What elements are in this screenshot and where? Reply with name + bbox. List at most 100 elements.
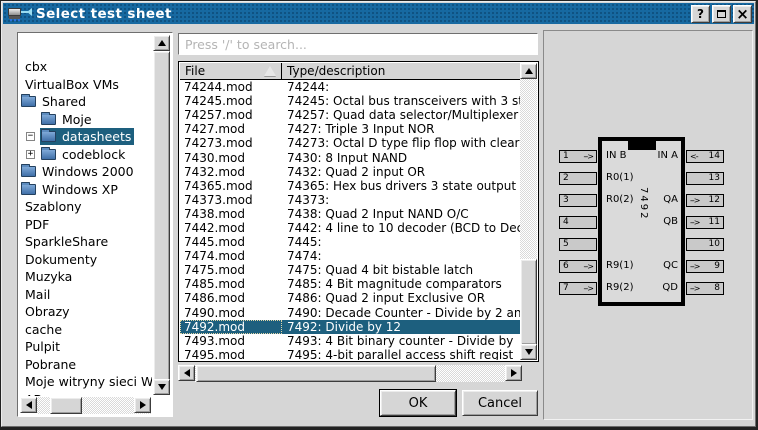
column-header-file[interactable]: File (180, 63, 282, 80)
tree-item-moje-witryny-sieci-web[interactable]: Moje witryny sieci Web (20, 373, 152, 391)
tree-item-pulpit[interactable]: Pulpit (20, 338, 152, 356)
table-row[interactable]: 74373.mod74373: (180, 193, 520, 207)
pin-label-r0-1-: R0(1) (606, 172, 633, 183)
pin-number: 5 (563, 239, 569, 250)
scroll-down-button[interactable] (520, 344, 537, 360)
tree-item-ab[interactable]: AB (20, 391, 152, 397)
tree-item-label: Pobrane (21, 357, 76, 372)
tree-item-content: VirtualBox VMs (20, 76, 122, 93)
tree-item-dokumenty[interactable]: Dokumenty (20, 251, 152, 269)
table-row[interactable]: 7495.mod7495: 4-bit parallel access shif… (180, 348, 520, 360)
tree-item-moje[interactable]: Moje (20, 111, 152, 129)
pin-6: 6--> (559, 260, 597, 273)
scroll-left-button[interactable] (20, 397, 37, 413)
table-row[interactable]: 74365.mod74365: Hex bus drivers 3 state … (180, 179, 520, 193)
table-row[interactable]: 7485.mod7485: 4 Bit magnitude comparator… (180, 277, 520, 291)
pin-number: 3 (563, 195, 569, 206)
tree-item-szablony[interactable]: Szablony (20, 198, 152, 216)
table-row[interactable]: 7493.mod7493: 4 Bit binary counter - Div… (180, 334, 520, 348)
tree-item-datasheets[interactable]: − datasheets (20, 128, 152, 146)
table-row[interactable]: 7475.mod7475: Quad 4 bit bistable latch (180, 263, 520, 277)
pin-label-in-a: IN A (648, 150, 678, 161)
tree-item-label: PDF (21, 217, 49, 232)
tree-item-pdf[interactable]: PDF (20, 216, 152, 234)
pin-number: 1 (563, 151, 569, 162)
tree-expander-icon[interactable]: + (26, 150, 35, 159)
tree-item-windows-xp[interactable]: Windows XP (20, 181, 152, 199)
scroll-thumb[interactable] (196, 365, 436, 382)
tree-item-label: Windows XP (42, 182, 118, 197)
pin-12: -->12 (686, 194, 724, 207)
pin-arrow: --> (690, 283, 699, 294)
pin-number: 2 (563, 173, 569, 184)
table-row[interactable]: 7474.mod7474: (180, 249, 520, 263)
table-row[interactable]: 74244.mod74244: (180, 80, 520, 94)
tree-item-content: Szablony (20, 198, 85, 215)
tree-expander-icon[interactable]: − (26, 132, 35, 141)
table-row[interactable]: 74245.mod74245: Octal bus transceivers w… (180, 94, 520, 108)
description-cell: 7475: Quad 4 bit bistable latch (282, 263, 520, 277)
scroll-right-button[interactable] (134, 397, 151, 413)
tree-item-muzyka[interactable]: Muzyka (20, 268, 152, 286)
tree-item-codeblock[interactable]: +codeblock (20, 146, 152, 164)
column-header-type[interactable]: Type/description (282, 63, 520, 80)
file-cell: 74273.mod (180, 136, 282, 150)
tree-item-content: Moje witryny sieci Web (20, 373, 152, 390)
scroll-up-button[interactable] (520, 63, 537, 79)
scroll-right-button[interactable] (505, 365, 522, 381)
arrow-left-icon (184, 369, 190, 377)
table-row[interactable]: 7432.mod7432: Quad 2 input OR (180, 165, 520, 179)
table-row[interactable]: 7438.mod7438: Quad 2 Input NAND O/C (180, 207, 520, 221)
folder-tree: cbxVirtualBox VMsSharedMoje−datasheets+c… (20, 35, 152, 396)
title-bar[interactable]: Select test sheet ? × (3, 3, 754, 24)
help-button[interactable]: ? (691, 5, 710, 23)
file-cell: 7445.mod (180, 235, 282, 249)
tree-item-obrazy[interactable]: Obrazy (20, 303, 152, 321)
scroll-thumb[interactable] (153, 51, 170, 381)
tree-item-windows-2000[interactable]: Windows 2000 (20, 163, 152, 181)
pin-9: -->9 (686, 260, 724, 273)
dialog-window: Select test sheet ? × cbxVirtualBox VMsS… (1, 1, 756, 427)
maximize-button[interactable] (712, 5, 731, 23)
tree-item-pobrane[interactable]: Pobrane (20, 356, 152, 374)
ok-button[interactable]: OK (380, 390, 456, 416)
tree-item-cbx[interactable]: cbx (20, 58, 152, 76)
folder-icon (41, 131, 56, 142)
cancel-button[interactable]: Cancel (462, 390, 538, 416)
tree-item-shared[interactable]: Shared (20, 93, 152, 111)
pin-8: -->8 (686, 282, 724, 295)
description-cell: 74373: (282, 193, 520, 207)
scroll-left-button[interactable] (178, 365, 195, 381)
scroll-down-button[interactable] (153, 379, 170, 395)
table-row[interactable]: 7490.mod7490: Decade Counter - Divide by… (180, 306, 520, 320)
list-horizontal-scrollbar[interactable] (178, 365, 522, 382)
tree-item-cache[interactable]: cache (20, 321, 152, 339)
search-input[interactable] (179, 35, 537, 55)
table-row[interactable]: 7445.mod7445: (180, 235, 520, 249)
chip-name: 7492 (635, 187, 649, 257)
tree-horizontal-scrollbar[interactable] (20, 397, 151, 414)
close-button[interactable]: × (733, 5, 752, 23)
tree-item-label: Shared (42, 94, 86, 109)
tree-vertical-scrollbar[interactable] (153, 35, 170, 395)
tree-item-label: datasheets (62, 129, 131, 144)
tree-item-sparkleshare[interactable]: SparkleShare (20, 233, 152, 251)
scroll-up-button[interactable] (153, 35, 170, 51)
table-row[interactable]: 7486.mod7486: Quad 2 input Exclusive OR (180, 291, 520, 305)
arrow-up-icon (158, 40, 166, 46)
table-row[interactable]: 74273.mod74273: Octal D type flip flop w… (180, 136, 520, 150)
table-row[interactable]: 7442.mod7442: 4 line to 10 decoder (BCD … (180, 221, 520, 235)
scroll-thumb[interactable] (520, 259, 537, 345)
table-row[interactable]: 7427.mod7427: Triple 3 Input NOR (180, 122, 520, 136)
tree-item-virtualbox-vms[interactable]: VirtualBox VMs (20, 76, 152, 94)
pin-2: 2 (559, 172, 597, 185)
scroll-thumb[interactable] (50, 397, 82, 414)
table-row[interactable]: 7492.mod7492: Divide by 12 (180, 320, 520, 334)
table-row[interactable]: 7430.mod7430: 8 Input NAND (180, 150, 520, 164)
pin-label-r0-2-: R0(2) (606, 194, 633, 205)
file-cell: 7486.mod (180, 291, 282, 305)
table-row[interactable]: 74257.mod74257: Quad data selector/Multi… (180, 108, 520, 122)
list-vertical-scrollbar[interactable] (520, 63, 537, 360)
pin-number: 10 (709, 239, 720, 250)
tree-item-mail[interactable]: Mail (20, 286, 152, 304)
